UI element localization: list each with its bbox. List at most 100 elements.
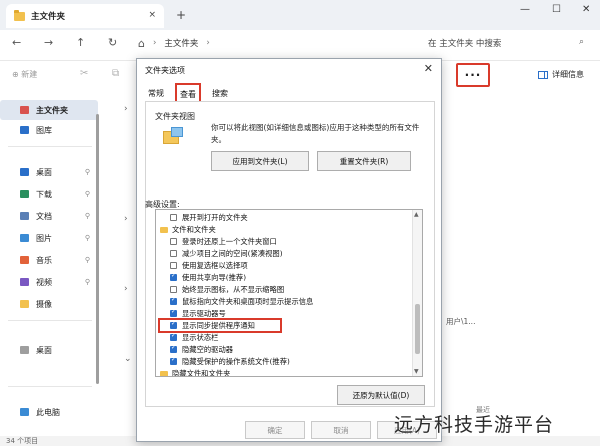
chevron-right-icon[interactable]: ›: [124, 214, 128, 224]
option-checkbox[interactable]: [170, 250, 177, 257]
folder-icon: [14, 9, 25, 21]
tab-view[interactable]: 查看: [175, 83, 201, 101]
copy-icon[interactable]: ⧉: [112, 68, 119, 79]
tab-general[interactable]: 常规: [145, 87, 167, 100]
restore-defaults-button[interactable]: 还原为默认值(D): [337, 385, 425, 405]
tree-option-row[interactable]: 使用共享向导(推荐): [156, 272, 406, 283]
dialog-close-button[interactable]: ✕: [424, 62, 433, 75]
see-more-button[interactable]: ···: [456, 63, 490, 87]
pin-icon[interactable]: ⚲: [85, 212, 90, 220]
tree-option-row[interactable]: 鼠标指向文件夹和桌面项时显示提示信息: [156, 296, 406, 307]
highlight-box: [158, 318, 282, 333]
scroll-thumb[interactable]: [415, 304, 420, 354]
tree-option-row[interactable]: 使用复选框以选择项: [156, 260, 406, 271]
cancel-button[interactable]: 取消: [311, 421, 371, 439]
sidebar-item[interactable]: 摄像: [0, 294, 98, 314]
option-checkbox[interactable]: [170, 296, 177, 305]
title-bar: 主文件夹 × + — ☐ ✕: [0, 0, 600, 30]
tree-folder-row[interactable]: 文件和文件夹: [156, 224, 406, 235]
option-checkbox[interactable]: [170, 286, 177, 293]
new-button[interactable]: ⊕ 新建: [12, 69, 37, 80]
chevron-right-icon[interactable]: ›: [124, 104, 128, 114]
maximize-button[interactable]: ☐: [552, 4, 561, 15]
item-count: 34 个项目: [6, 437, 39, 445]
cut-icon[interactable]: ✂: [80, 68, 88, 79]
sidebar-item[interactable]: 图库: [0, 120, 98, 140]
scroll-up-icon[interactable]: ▲: [414, 211, 419, 218]
pin-icon[interactable]: ⚲: [85, 190, 90, 198]
tree-option-row[interactable]: 展开到打开的文件夹: [156, 212, 406, 223]
folder-views-heading: 文件夹视图: [155, 112, 195, 121]
sidebar-item-label: 桌面: [36, 167, 52, 177]
tree-folder-row[interactable]: 隐藏文件和文件夹: [156, 368, 406, 377]
tab-search[interactable]: 搜索: [209, 87, 231, 100]
tree-option-row[interactable]: 隐藏空的驱动器: [156, 344, 406, 355]
option-checkbox[interactable]: [170, 238, 177, 245]
option-checkbox[interactable]: [170, 214, 177, 221]
option-checkbox[interactable]: [170, 308, 177, 317]
home-icon: ⌂: [138, 36, 145, 50]
forward-button[interactable]: →: [44, 36, 53, 49]
back-button[interactable]: ←: [12, 36, 21, 49]
sidebar-scrollbar[interactable]: [96, 114, 99, 384]
tree-option-label: 隐藏文件和文件夹: [172, 368, 231, 377]
sidebar-item[interactable]: 桌面: [0, 340, 98, 360]
pin-icon[interactable]: ⚲: [85, 168, 90, 176]
pin-icon[interactable]: ⚲: [85, 234, 90, 242]
search-input[interactable]: 在 主文件夹 中搜索 ⌕: [420, 34, 590, 52]
breadcrumb-item[interactable]: 主文件夹: [164, 37, 198, 49]
music-icon: [20, 256, 29, 264]
sidebar-item[interactable]: 此电脑: [0, 402, 98, 422]
sidebar-item-label: 文档: [36, 211, 52, 221]
advanced-settings-tree: 展开到打开的文件夹 文件和文件夹 登录时还原上一个文件夹窗口 减少项目之间的空间(紧凑…: [155, 209, 423, 377]
sidebar-item-label: 桌面: [36, 345, 52, 355]
apply-to-folders-button[interactable]: 应用到文件夹(L): [211, 151, 309, 171]
sidebar-item[interactable]: 文档 ⚲: [0, 206, 98, 226]
video-icon: [20, 278, 29, 286]
tree-option-row[interactable]: 显示状态栏: [156, 332, 406, 343]
close-window-button[interactable]: ✕: [582, 4, 590, 15]
option-checkbox[interactable]: [170, 272, 177, 281]
tree-scrollbar[interactable]: ▲ ▼: [412, 210, 422, 376]
option-checkbox[interactable]: [170, 262, 177, 269]
folder-views-icon: [163, 127, 185, 145]
ok-button[interactable]: 确定: [245, 421, 305, 439]
tree-option-row[interactable]: 隐藏受保护的操作系统文件(推荐): [156, 356, 406, 367]
sidebar-item[interactable]: 音乐 ⚲: [0, 250, 98, 270]
sidebar-item[interactable]: 主文件夹: [0, 100, 98, 120]
folder-options-dialog: 文件夹选项 ✕ 常规 查看 搜索 文件夹视图 你可以将此视图(如详细信息或图标)…: [136, 58, 442, 442]
new-tab-button[interactable]: +: [176, 8, 186, 22]
refresh-button[interactable]: ↻: [108, 36, 117, 49]
sidebar-item[interactable]: 视频 ⚲: [0, 272, 98, 292]
chevron-right-icon[interactable]: ›: [124, 284, 128, 294]
tree-option-row[interactable]: 减少项目之间的空间(紧凑视图): [156, 248, 406, 259]
sidebar-item[interactable]: 图片 ⚲: [0, 228, 98, 248]
tab-home[interactable]: 主文件夹 ×: [6, 4, 164, 28]
home-icon: [20, 106, 29, 114]
option-checkbox[interactable]: [170, 356, 177, 365]
sidebar-item[interactable]: 桌面 ⚲: [0, 162, 98, 182]
up-button[interactable]: ↑: [76, 36, 85, 49]
option-checkbox[interactable]: [170, 332, 177, 341]
dialog-title: 文件夹选项: [145, 66, 185, 75]
sidebar-item-label: 图片: [36, 233, 52, 243]
tree-option-label: 减少项目之间的空间(紧凑视图): [182, 248, 283, 258]
pin-icon[interactable]: ⚲: [85, 278, 90, 286]
tree-option-label: 隐藏受保护的操作系统文件(推荐): [182, 356, 290, 366]
tree-option-label: 隐藏空的驱动器: [182, 344, 234, 354]
tree-option-row[interactable]: 登录时还原上一个文件夹窗口: [156, 236, 406, 247]
tree-option-row[interactable]: 始终显示图标，从不显示缩略图: [156, 284, 406, 295]
option-checkbox[interactable]: [170, 344, 177, 353]
breadcrumb[interactable]: ⌂ › 主文件夹 ›: [138, 34, 416, 52]
chevron-down-icon[interactable]: ⌄: [124, 354, 132, 364]
sidebar-item-label: 音乐: [36, 255, 52, 265]
reset-folders-button[interactable]: 重置文件夹(R): [317, 151, 411, 171]
details-button[interactable]: 详细信息: [538, 69, 584, 80]
minimize-button[interactable]: —: [520, 4, 530, 15]
sidebar-divider: [8, 386, 92, 387]
sidebar-item-label: 主文件夹: [36, 105, 68, 115]
scroll-down-icon[interactable]: ▼: [414, 368, 419, 375]
tab-close-button[interactable]: ×: [148, 10, 156, 20]
sidebar-item[interactable]: 下载 ⚲: [0, 184, 98, 204]
pin-icon[interactable]: ⚲: [85, 256, 90, 264]
